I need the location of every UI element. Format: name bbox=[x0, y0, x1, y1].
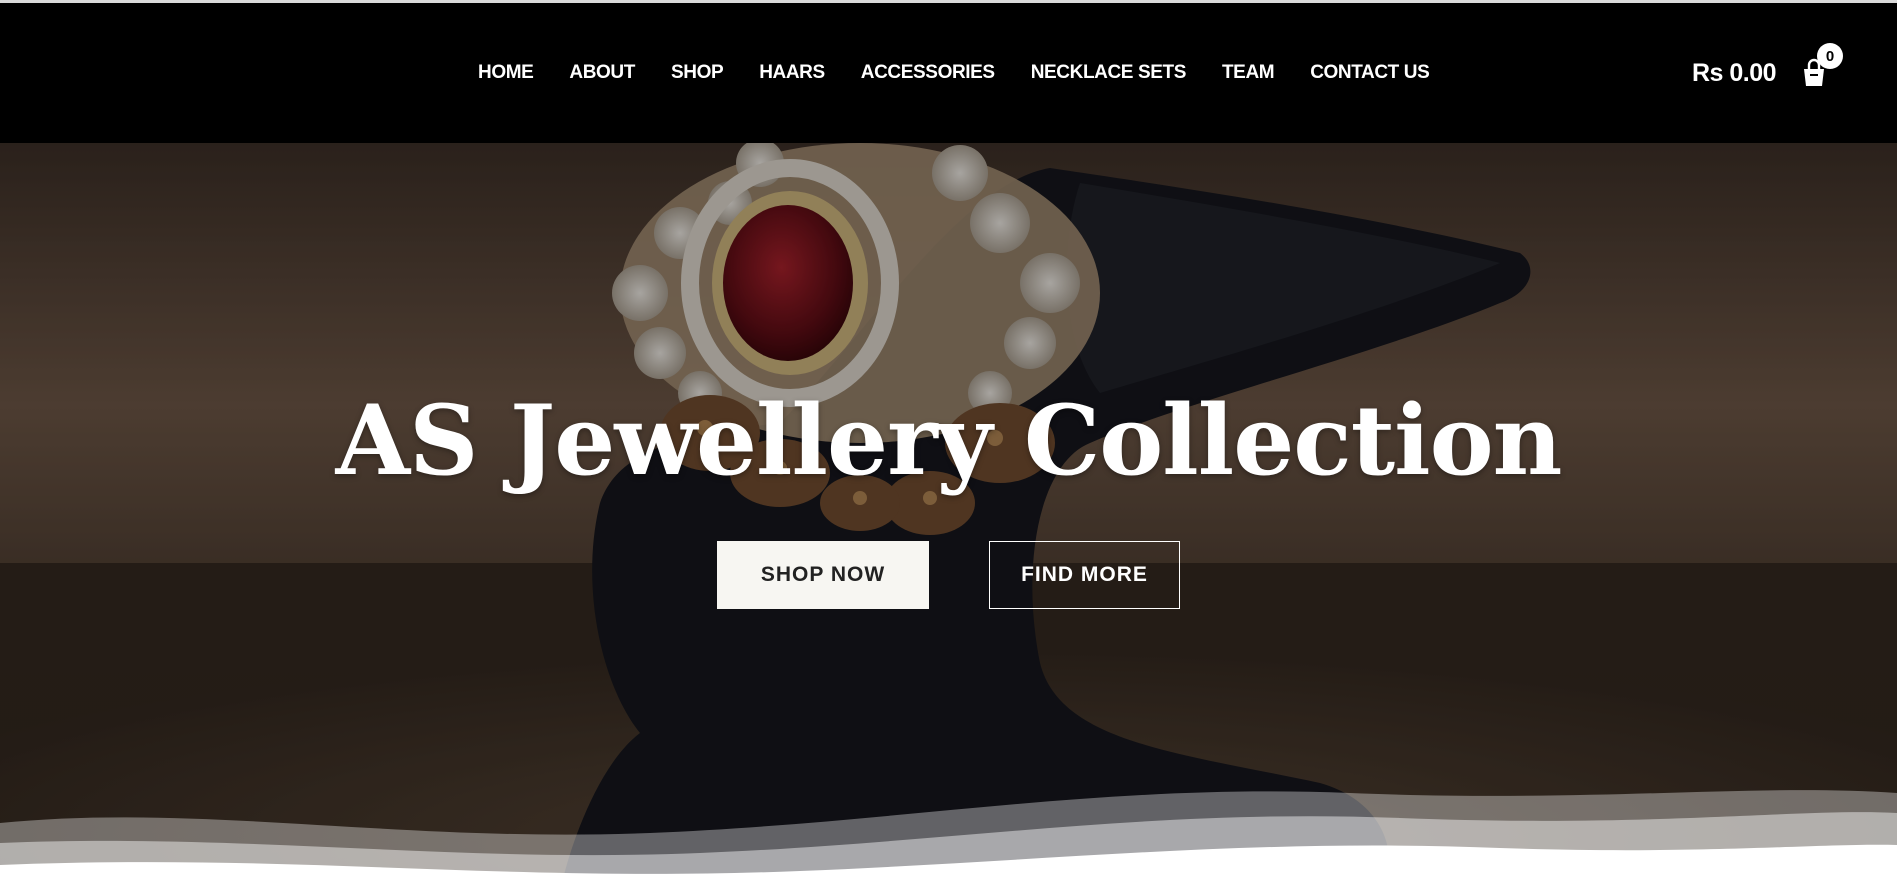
nav-about[interactable]: ABOUT bbox=[569, 62, 635, 84]
cart-total[interactable]: Rs 0.00 bbox=[1692, 59, 1777, 88]
nav-shop[interactable]: SHOP bbox=[671, 62, 724, 84]
cart-widget[interactable]: Rs 0.00 0 bbox=[1692, 43, 1844, 93]
site-header: HOME ABOUT SHOP HAARS ACCESSORIES NECKLA… bbox=[0, 3, 1897, 143]
nav-home[interactable]: HOME bbox=[478, 62, 534, 84]
nav-haars[interactable]: HAARS bbox=[759, 62, 825, 84]
nav-necklace-sets[interactable]: NECKLACE SETS bbox=[1031, 62, 1187, 84]
hero-banner: AS Jewellery Collection SHOP NOW FIND MO… bbox=[0, 143, 1897, 892]
main-navigation: HOME ABOUT SHOP HAARS ACCESSORIES NECKLA… bbox=[460, 3, 1447, 143]
cart-count-badge: 0 bbox=[1817, 43, 1844, 69]
nav-contact-us[interactable]: CONTACT US bbox=[1310, 62, 1430, 84]
wave-divider bbox=[0, 790, 1897, 892]
shopping-bag-icon[interactable]: 0 bbox=[1800, 43, 1844, 88]
nav-accessories[interactable]: ACCESSORIES bbox=[861, 62, 995, 84]
nav-team[interactable]: TEAM bbox=[1222, 62, 1275, 84]
